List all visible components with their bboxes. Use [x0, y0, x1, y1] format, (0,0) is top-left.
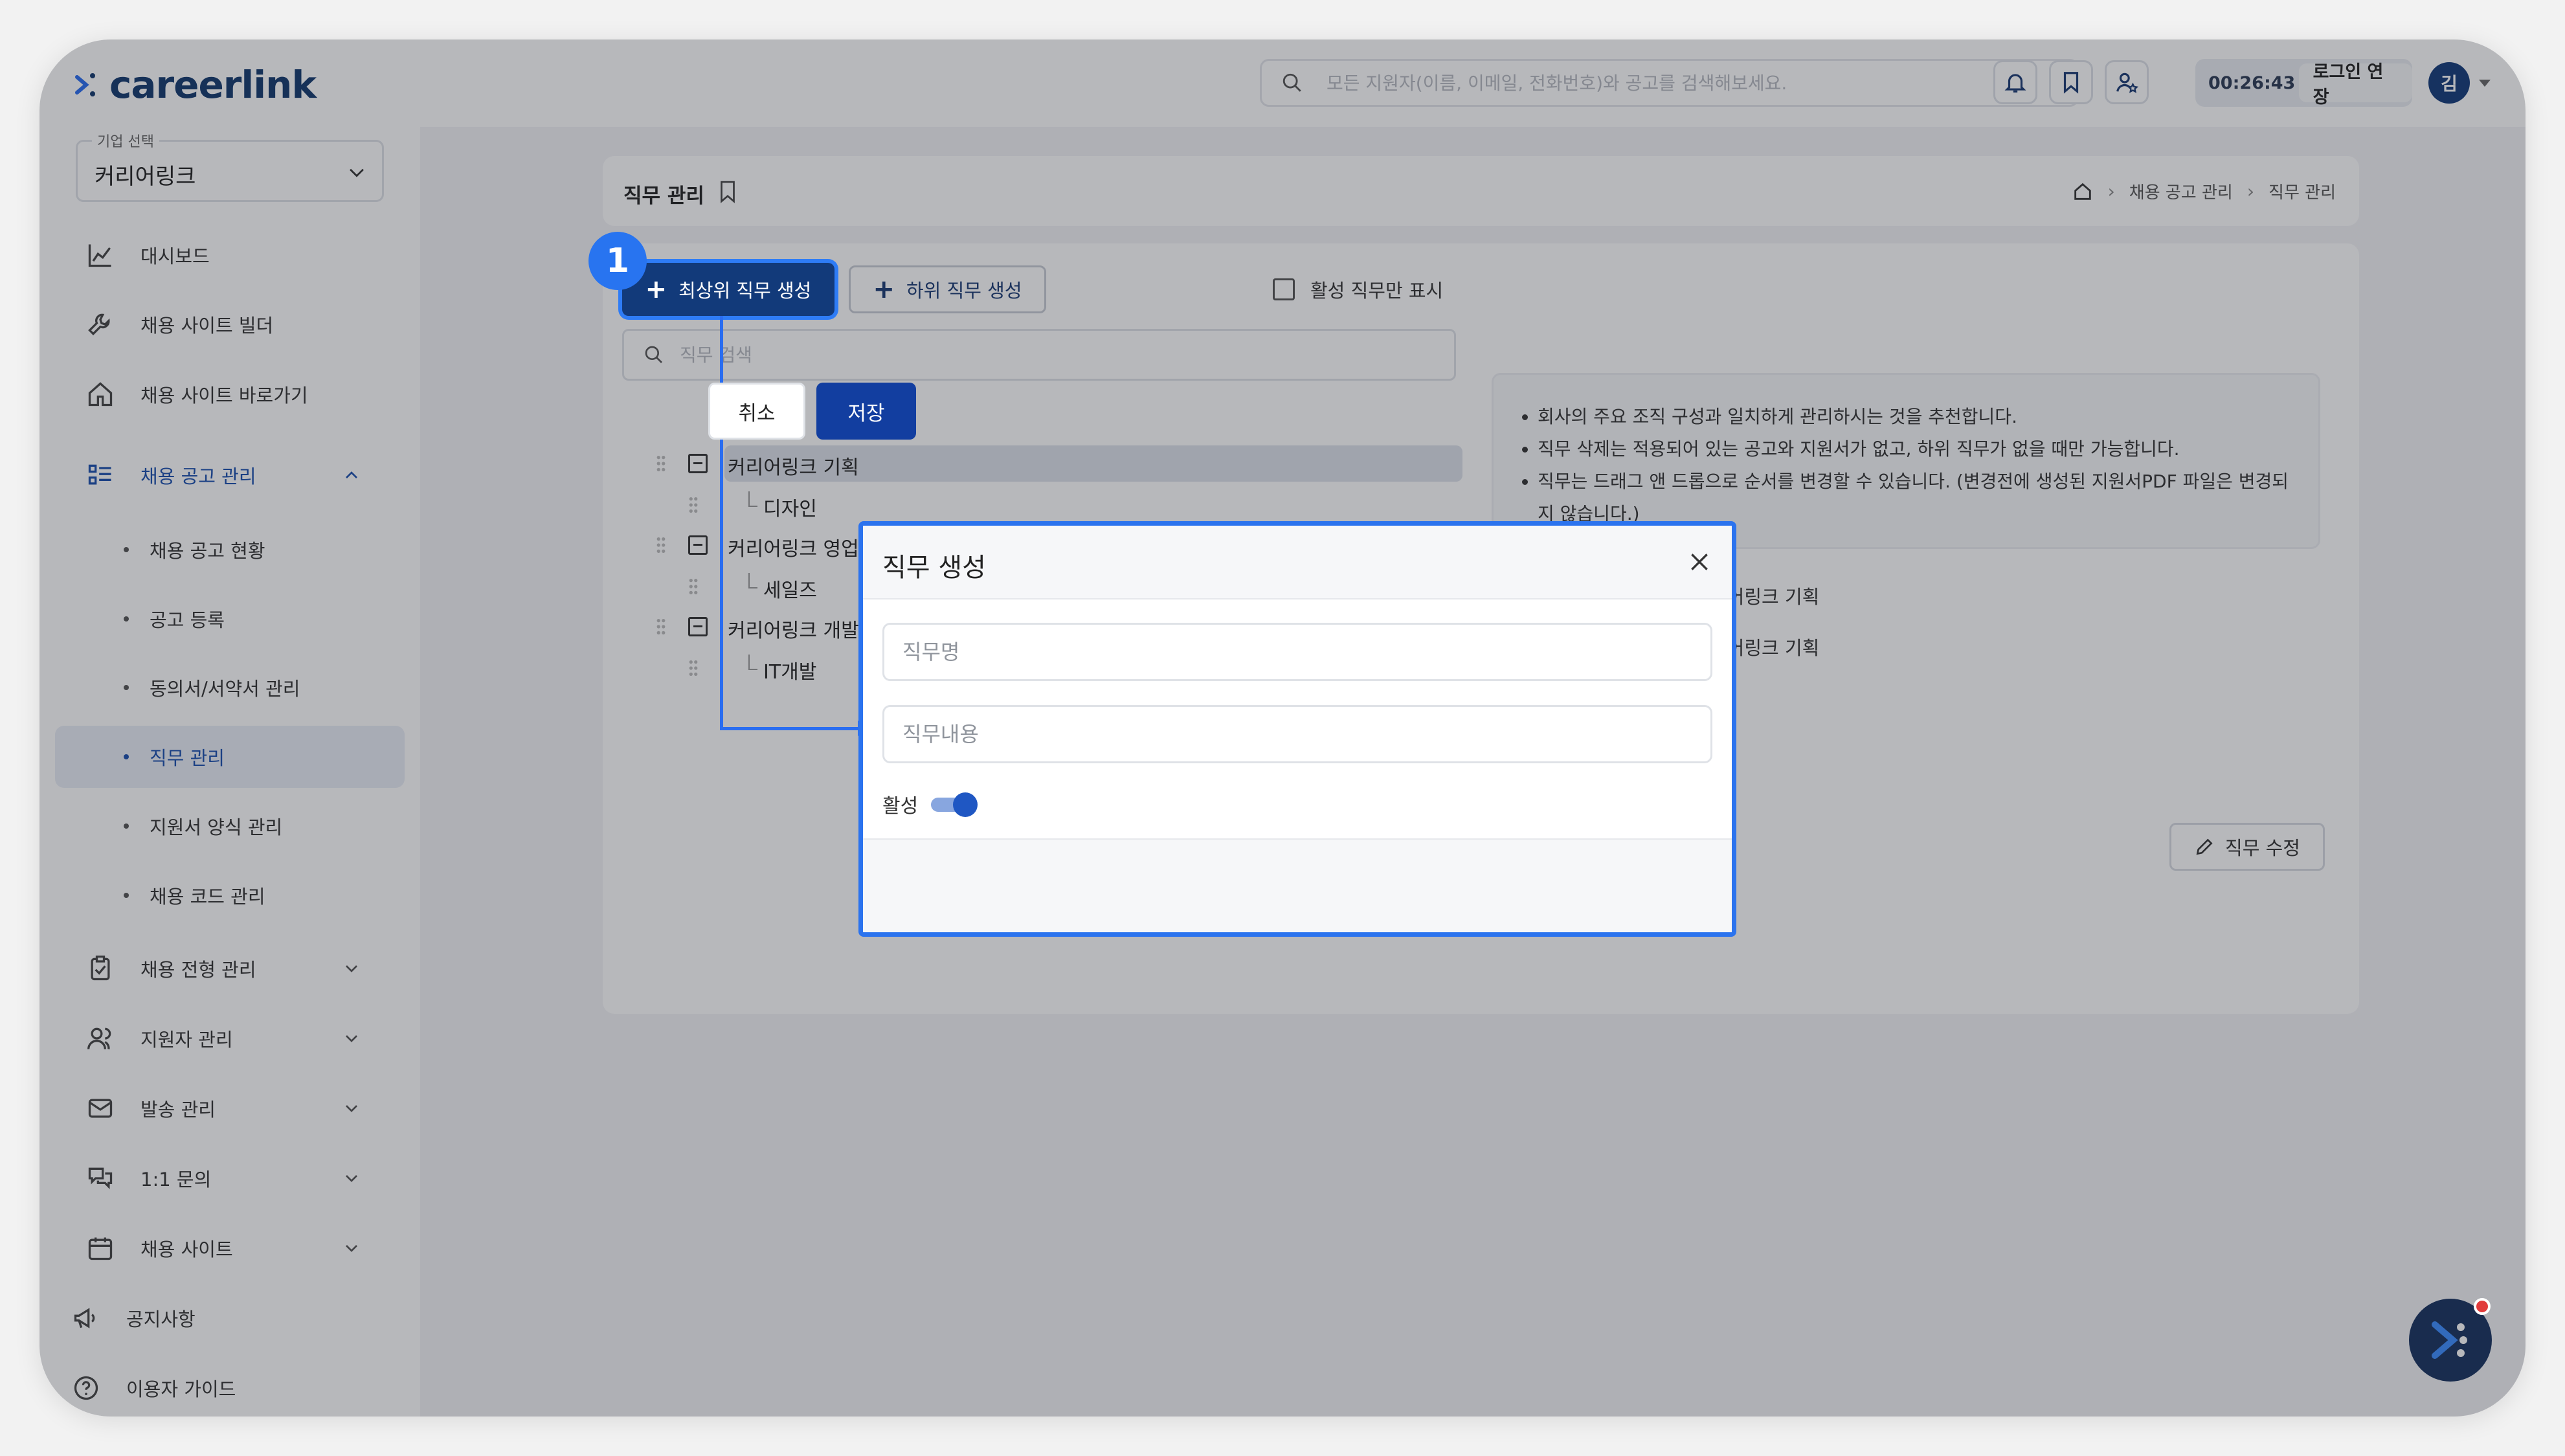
- callout-connector: [720, 727, 864, 730]
- notification-dot: [2474, 1298, 2491, 1315]
- modal-header: 직무 생성: [863, 526, 1732, 599]
- active-toggle[interactable]: [931, 792, 978, 817]
- step-badge: 1: [588, 232, 647, 290]
- job-description-input[interactable]: [882, 705, 1712, 763]
- modal-title: 직무 생성: [882, 553, 986, 583]
- toggle-knob: [953, 792, 978, 817]
- cancel-button[interactable]: 취소: [708, 383, 805, 440]
- save-button[interactable]: 저장: [816, 383, 916, 440]
- active-toggle-label: 활성: [882, 795, 919, 818]
- job-name-input[interactable]: [882, 623, 1712, 681]
- callout-connector: [720, 316, 723, 730]
- create-top-job-label: 최상위 직무 생성: [678, 280, 812, 302]
- create-job-modal: 직무 생성 활성: [858, 521, 1736, 937]
- modal-footer: [863, 838, 1732, 932]
- active-toggle-row: 활성: [882, 790, 978, 818]
- close-icon[interactable]: [1686, 549, 1712, 575]
- plus-icon: +: [645, 274, 667, 304]
- app-window: careerlink 00:26:43 로그인 연장 김 기업 선택 커리어링크: [39, 39, 2526, 1417]
- create-top-job-button[interactable]: + 최상위 직무 생성: [622, 263, 834, 316]
